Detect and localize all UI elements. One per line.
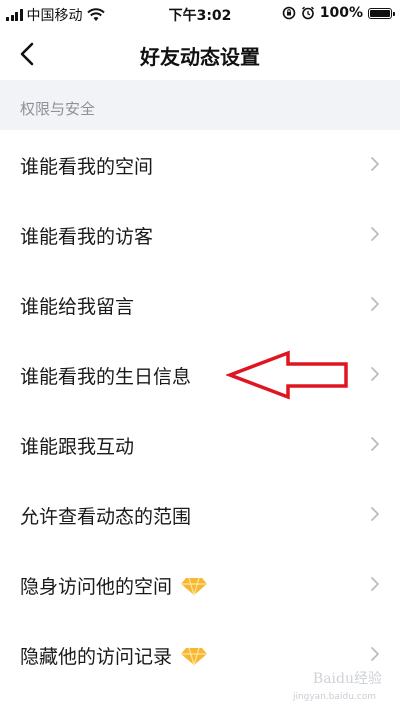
status-right: 100% [282,5,395,21]
chevron-right-icon [371,437,379,451]
setting-item-who-can-view-visitors[interactable]: 谁能看我的访客 [0,200,400,270]
setting-item-who-can-interact[interactable]: 谁能跟我互动 [0,410,400,480]
diamond-icon [181,577,208,596]
setting-item-who-can-view-space[interactable]: 谁能看我的空间 [0,130,400,200]
battery-fill [370,9,390,17]
setting-item-feed-visibility-range[interactable]: 允许查看动态的范围 [0,480,400,550]
setting-label: 谁能看我的生日信息 [20,366,192,388]
watermark-url: jingyan.baidu.com [292,692,376,702]
setting-label: 谁能跟我互动 [20,436,135,458]
battery-icon [368,7,395,19]
orientation-lock-icon [282,6,296,20]
setting-label: 隐身访问他的空间 [20,572,208,599]
setting-item-who-can-view-birthday[interactable]: 谁能看我的生日信息 [0,340,400,410]
setting-label: 隐藏他的访问记录 [20,642,208,669]
chevron-right-icon [371,157,379,171]
setting-label: 允许查看动态的范围 [20,506,192,528]
battery-percent: 100% [319,5,363,21]
diamond-icon [181,647,208,666]
chevron-right-icon [371,227,379,241]
setting-label: 谁能看我的空间 [20,156,154,178]
chevron-right-icon [371,577,379,591]
alarm-icon [301,6,314,20]
chevron-right-icon [371,367,379,381]
page-title: 好友动态设置 [140,45,260,69]
settings-list: 谁能看我的空间 谁能看我的访客 谁能给我留言 谁能看我的生日信息 谁能跟我互动 … [0,130,400,690]
setting-item-invisible-visit[interactable]: 隐身访问他的空间 [0,550,400,620]
section-title: 权限与安全 [20,100,96,118]
setting-label: 谁能给我留言 [20,296,135,318]
setting-item-who-can-leave-message[interactable]: 谁能给我留言 [0,270,400,340]
setting-label: 谁能看我的访客 [20,226,154,248]
chevron-right-icon [371,507,379,521]
chevron-right-icon [371,647,379,661]
section-header: 权限与安全 [0,80,400,130]
status-bar: 中国移动 下午3:02 100% [0,0,400,28]
watermark-logo: Baidu经验 [312,671,382,687]
chevron-right-icon [371,297,379,311]
navigation-bar: 好友动态设置 [0,28,400,80]
